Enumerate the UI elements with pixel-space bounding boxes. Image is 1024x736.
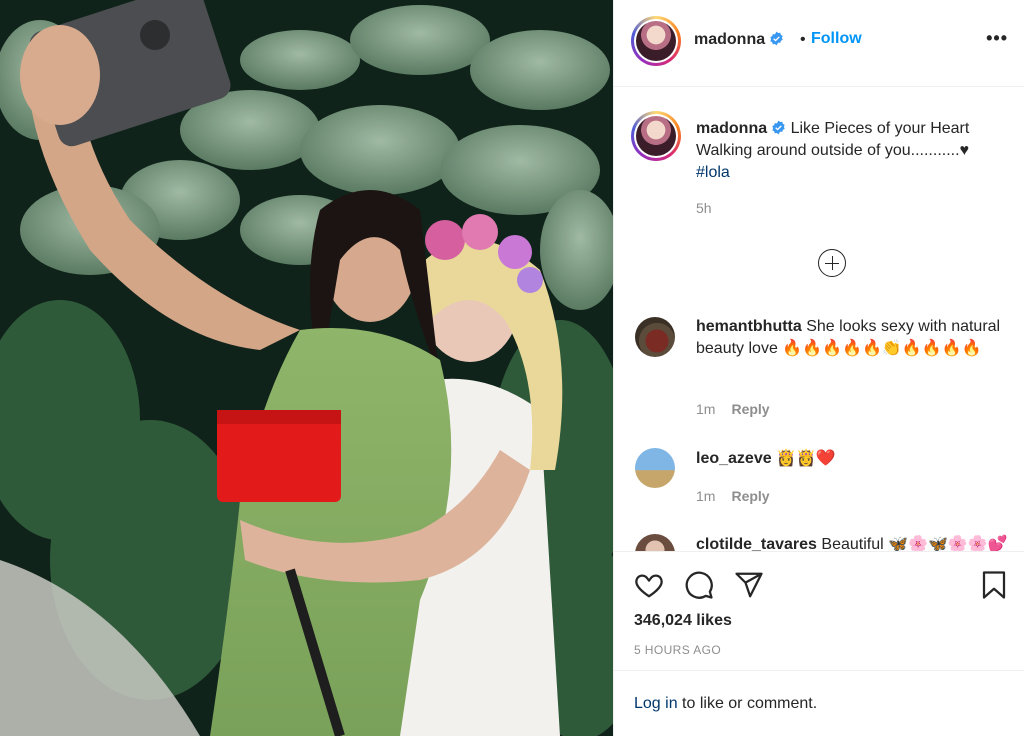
author-username[interactable]: madonna xyxy=(694,31,784,49)
save-icon[interactable] xyxy=(979,570,1009,600)
verified-badge-icon xyxy=(770,31,783,46)
post-actions: 346,024 likes 5 HOURS AGO xyxy=(614,551,1024,670)
commenter-avatar[interactable] xyxy=(635,448,675,488)
caption: madonna Like Pieces of your Heart Walkin… xyxy=(696,118,1006,184)
commenter-avatar[interactable] xyxy=(635,317,675,357)
caption-time: 5h xyxy=(696,200,712,216)
login-bar: Log in to like or comment. xyxy=(614,670,1024,736)
share-icon[interactable] xyxy=(734,570,764,600)
caption-avatar[interactable] xyxy=(631,111,681,161)
comment-item: clotilde_tavares Beautiful 🦋🌸🦋🌸🌸💕 xyxy=(696,534,1016,551)
comment-time: 1m xyxy=(696,488,716,504)
post-header: madonna • Follow ••• xyxy=(614,0,1024,87)
comment-item: leo_azeve 👸👸❤️ xyxy=(696,448,1016,470)
comment-icon[interactable] xyxy=(684,570,714,600)
add-comment-icon[interactable] xyxy=(818,249,846,277)
photo-illustration xyxy=(0,0,613,736)
follow-button[interactable]: Follow xyxy=(811,30,862,48)
comments-area[interactable]: madonna Like Pieces of your Heart Walkin… xyxy=(614,88,1024,551)
comment-time: 1m xyxy=(696,401,716,417)
post-panel: madonna • Follow ••• madonna Like Pieces… xyxy=(613,0,1024,736)
login-prompt: Log in to like or comment. xyxy=(634,695,817,713)
comment-body: 👸👸❤️ xyxy=(776,450,836,467)
comment-meta: 1m Reply xyxy=(696,488,770,504)
login-link[interactable]: Log in xyxy=(634,695,678,712)
caption-hashtag[interactable]: #lola xyxy=(696,164,730,181)
caption-username[interactable]: madonna xyxy=(696,120,767,137)
comment-username[interactable]: clotilde_tavares xyxy=(696,536,817,551)
verified-badge-icon xyxy=(772,120,785,135)
login-rest-text: to like or comment. xyxy=(677,695,818,712)
reply-button[interactable]: Reply xyxy=(731,488,769,504)
post-timestamp[interactable]: 5 HOURS AGO xyxy=(634,643,721,657)
post-photo[interactable] xyxy=(0,0,613,736)
commenter-avatar[interactable] xyxy=(635,534,675,551)
likes-count[interactable]: 346,024 likes xyxy=(634,612,732,630)
comment-username[interactable]: hemantbhutta xyxy=(696,318,802,335)
heart-icon[interactable] xyxy=(634,570,664,600)
more-options-icon[interactable]: ••• xyxy=(986,28,1008,49)
reply-button[interactable]: Reply xyxy=(731,401,769,417)
comment-item: hemantbhutta She looks sexy with natural… xyxy=(696,316,1016,360)
comment-meta: 1m Reply xyxy=(696,401,770,417)
comment-username[interactable]: leo_azeve xyxy=(696,450,772,467)
comment-body: Beautiful 🦋🌸🦋🌸🌸💕 xyxy=(821,536,1008,551)
separator-dot: • xyxy=(800,31,806,48)
profile-avatar[interactable] xyxy=(631,16,681,66)
